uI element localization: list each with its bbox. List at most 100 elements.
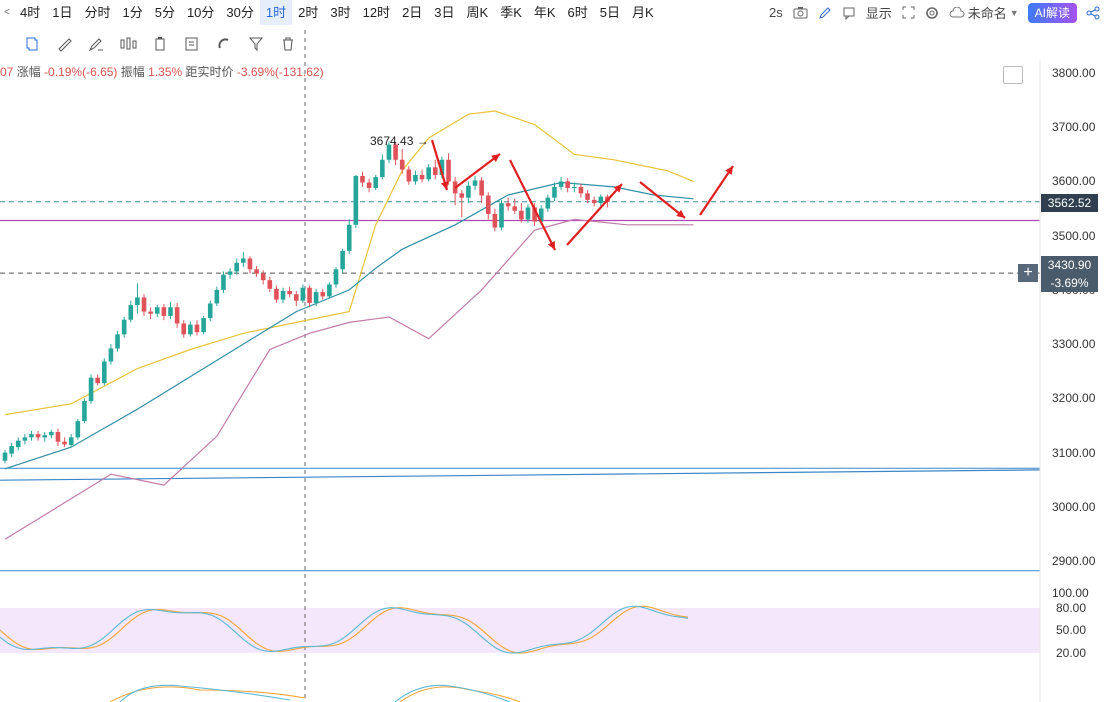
candle <box>88 377 94 402</box>
candle <box>406 169 412 182</box>
candle <box>578 186 584 194</box>
price-tick: 3800.00 <box>1052 66 1096 80</box>
candle <box>194 324 200 333</box>
candle <box>135 297 140 306</box>
candle <box>466 185 471 198</box>
lower-indicator-line <box>119 684 291 702</box>
candle <box>300 287 306 301</box>
candle <box>201 318 206 333</box>
upper-band <box>4 110 694 416</box>
candle <box>15 440 21 448</box>
candle <box>68 437 74 445</box>
candle <box>346 224 352 251</box>
price-tick: 3100.00 <box>1052 445 1096 460</box>
lower-band <box>4 218 694 540</box>
candle <box>55 431 61 442</box>
candle <box>49 431 54 436</box>
candle <box>42 435 48 438</box>
trend-arrow <box>699 165 734 216</box>
candle <box>274 288 279 300</box>
trend-arrow <box>566 183 623 246</box>
candle <box>419 174 425 180</box>
trend-line <box>0 469 1041 481</box>
candle <box>320 292 326 297</box>
candle <box>247 258 253 270</box>
oscillator-tick: 80.00 <box>1056 601 1087 615</box>
candle <box>154 307 160 314</box>
candle <box>485 195 491 214</box>
candle <box>433 167 438 175</box>
oscillator-tick: 20.00 <box>1056 646 1087 660</box>
candle <box>82 401 87 422</box>
candle <box>472 180 478 186</box>
high-annotation: 3674.43 → <box>370 134 429 148</box>
price-tick: 3500.00 <box>1052 228 1096 243</box>
candle <box>552 186 557 198</box>
candle <box>565 181 570 188</box>
candle <box>214 289 220 304</box>
candle <box>280 290 286 300</box>
candle <box>413 174 418 182</box>
candle <box>426 167 431 180</box>
candle <box>35 434 41 438</box>
candle <box>366 182 372 188</box>
candle <box>121 319 127 335</box>
candle <box>558 181 564 187</box>
price-tick: 3200.00 <box>1052 391 1096 406</box>
candle <box>148 311 153 314</box>
candle <box>221 274 226 290</box>
candle <box>380 159 385 178</box>
candle <box>479 180 484 196</box>
candle <box>459 193 465 198</box>
candle <box>22 437 28 441</box>
candle <box>499 203 504 228</box>
candle <box>545 197 551 209</box>
candle <box>373 177 379 188</box>
candle <box>260 273 266 281</box>
candle <box>353 176 359 225</box>
candle <box>207 303 213 319</box>
candle <box>29 434 34 438</box>
candle <box>360 176 365 183</box>
add-alert-button[interactable]: + <box>1018 264 1038 282</box>
candle <box>62 441 67 445</box>
lower-indicator-line <box>109 686 306 702</box>
candle <box>227 271 233 275</box>
candle <box>267 280 273 289</box>
candle <box>9 446 14 454</box>
candle <box>128 305 134 320</box>
candle <box>241 258 246 263</box>
candle <box>95 377 100 384</box>
trend-arrow <box>639 181 686 219</box>
candle <box>333 269 339 285</box>
candle <box>293 294 299 301</box>
current-price-label: 3562.52 <box>1041 194 1098 212</box>
oscillator-tick: 100.00 <box>1052 586 1089 600</box>
candle <box>234 262 239 272</box>
trend-arrow <box>454 153 501 189</box>
candle <box>188 324 193 335</box>
candle <box>512 206 518 211</box>
price-tick: 3000.00 <box>1052 499 1096 514</box>
candle <box>446 159 451 182</box>
candle <box>168 307 173 316</box>
candle <box>585 193 590 200</box>
candle <box>102 361 107 384</box>
candle <box>75 421 81 438</box>
candle <box>141 297 147 312</box>
candle <box>525 207 531 220</box>
candle <box>287 290 292 295</box>
candle <box>161 307 167 316</box>
price-tick: 3700.00 <box>1052 120 1096 135</box>
price-chart[interactable]: 3674.43 → <box>0 0 1105 702</box>
candle <box>572 186 577 189</box>
candle <box>505 203 511 207</box>
candle <box>399 159 405 170</box>
cursor-price-label: 3430.90 <box>1041 256 1098 274</box>
candle <box>115 334 120 349</box>
candle <box>254 269 259 274</box>
candle <box>598 196 604 204</box>
oscillator-tick: 50.00 <box>1056 623 1087 637</box>
candle <box>307 287 312 303</box>
candle <box>519 210 524 220</box>
